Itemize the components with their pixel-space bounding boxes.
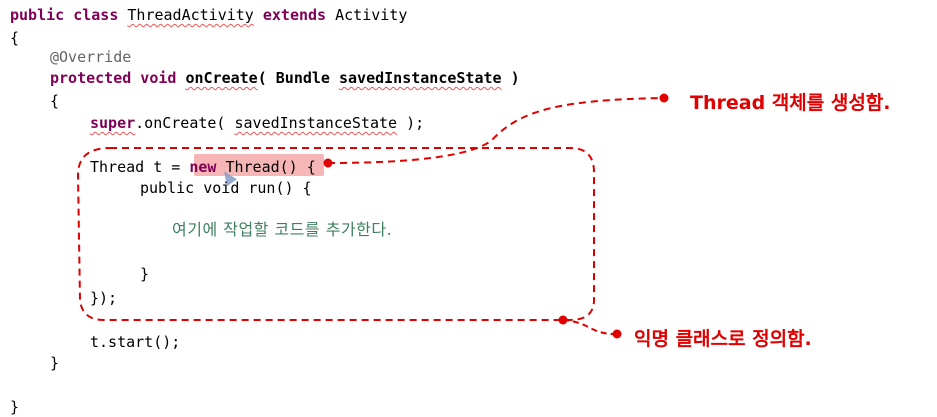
code-line-anonymous-class-close: }); — [90, 289, 118, 307]
code-editor[interactable]: public class ThreadActivity extends Acti… — [0, 0, 937, 417]
callout-create-thread: Thread 객체를 생성함. — [690, 92, 891, 114]
code-line-method-open-brace: { — [50, 92, 60, 110]
code-line-method-close-brace: } — [50, 354, 60, 372]
callout-anonymous-class: 익명 클래스로 정의함. — [634, 328, 812, 350]
code-line-oncreate-declaration: protected void onCreate( Bundle savedIns… — [50, 69, 520, 87]
code-line-class-close-brace: } — [10, 398, 20, 416]
code-line-run-close-brace: } — [140, 265, 150, 283]
code-line-run-method: public void run() { — [140, 179, 312, 197]
code-placeholder-comment: 여기에 작업할 코드를 추가한다. — [172, 220, 393, 239]
code-line-super-oncreate: super.onCreate( savedInstanceState ); — [90, 114, 425, 132]
code-line-class-declaration: public class ThreadActivity extends Acti… — [10, 6, 408, 24]
code-line-open-brace: { — [10, 29, 20, 47]
code-line-override-annotation: @Override — [50, 48, 132, 66]
code-line-new-thread: Thread t = new Thread() { — [90, 158, 316, 176]
code-line-thread-start: t.start(); — [90, 333, 181, 351]
